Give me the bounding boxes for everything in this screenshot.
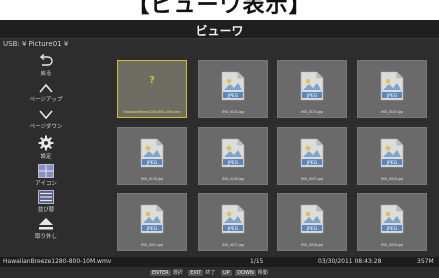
status-bar: HawaiianBreeze1280-800-10M.wmv 1/15 03/3…: [0, 257, 439, 267]
file-thumbnail[interactable]: JPEG IMG_0101.jpg: [198, 60, 268, 118]
svg-text:JPEG: JPEG: [306, 93, 318, 99]
file-thumbnail[interactable]: JPEG IMG_0174.jpg: [277, 60, 347, 118]
chevron-up-icon: [39, 83, 53, 93]
jpeg-file-icon: JPEG: [300, 138, 324, 168]
sidebar-item-label: ページダウン: [29, 124, 63, 130]
jpeg-file-icon: JPEG: [380, 204, 404, 234]
file-name: IMG_0072.jpg: [222, 243, 244, 247]
page-caption: 【ビューワ表示】: [0, 0, 439, 20]
status-page: 1/15: [250, 258, 264, 265]
thumbnail-grid: ? HawaiianBreeze1280-800-10M.wmv JPEG IMG_0…: [117, 60, 437, 260]
jpeg-file-icon: JPEG: [140, 204, 164, 234]
jpeg-file-icon: JPEG: [300, 204, 324, 234]
file-thumbnail[interactable]: JPEG IMG_0019.jpg: [357, 193, 427, 251]
sidebar-item-page-up[interactable]: ページアップ: [18, 82, 74, 103]
file-name: IMG_0108.jpg: [222, 177, 244, 181]
svg-text:JPEG: JPEG: [386, 160, 398, 166]
file-thumbnail[interactable]: JPEG IMG_0072.jpg: [198, 193, 268, 251]
hint-bar: ENTER 選択 EXIT 終了 UP DOWN 移動: [0, 267, 439, 278]
file-name: IMG_0018.jpg: [301, 243, 323, 247]
jpeg-file-icon: JPEG: [221, 71, 245, 101]
hint-label-exit: 終了: [205, 270, 216, 276]
key-hints: ENTER 選択 EXIT 終了 UP DOWN 移動: [150, 269, 272, 276]
hint-key-up: UP: [220, 270, 232, 276]
svg-text:JPEG: JPEG: [146, 226, 158, 232]
file-thumbnail[interactable]: JPEG IMG_0176.jpg: [117, 127, 187, 185]
svg-text:JPEG: JPEG: [386, 226, 398, 232]
sidebar-item-label: アイコン: [35, 181, 57, 187]
unknown-file-icon: ?: [149, 75, 155, 86]
caption-text: 【ビューワ表示】: [127, 0, 312, 18]
sidebar-item-settings[interactable]: 設定: [18, 135, 74, 160]
folder-path: USB: ¥ Picture01 ¥: [3, 40, 69, 48]
sidebar-item-label: 取り外し: [34, 234, 57, 240]
window-title: ビューワ: [195, 24, 244, 38]
sidebar-item-eject[interactable]: 取り外し: [18, 217, 74, 240]
eject-icon: [39, 218, 53, 230]
sidebar-item-icon-view[interactable]: アイコン: [18, 164, 74, 187]
file-name: IMG_0016.jpg: [381, 177, 403, 181]
file-name: IMG_0011.jpg: [141, 243, 163, 247]
file-thumbnail[interactable]: ? HawaiianBreeze1280-800-10M.wmv: [117, 60, 187, 118]
file-thumbnail[interactable]: JPEG IMG_0016.jpg: [357, 127, 427, 185]
viewer-screen: ビューワ USB: ¥ Picture01 ¥ 戻る ページアップ ページダウン: [0, 20, 439, 278]
sidebar-item-sort[interactable]: 並び替: [18, 190, 74, 213]
svg-text:JPEG: JPEG: [227, 93, 239, 99]
file-thumbnail[interactable]: JPEG IMG_0011.jpg: [117, 193, 187, 251]
hint-label-select: 選択: [172, 270, 183, 276]
sidebar-item-label: ページアップ: [29, 97, 63, 103]
file-name: IMG_0107.jpg: [381, 110, 403, 114]
svg-text:JPEG: JPEG: [386, 93, 398, 99]
chevron-down-icon: [39, 110, 53, 120]
jpeg-file-icon: JPEG: [380, 71, 404, 101]
hint-key-exit: EXIT: [188, 270, 204, 276]
file-name: IMG_0019.jpg: [381, 243, 403, 247]
file-name: IMG_0176.jpg: [141, 177, 163, 181]
sidebar-item-back[interactable]: 戻る: [18, 54, 74, 77]
svg-text:JPEG: JPEG: [306, 160, 318, 166]
hint-key-down: DOWN: [235, 270, 256, 276]
svg-text:JPEG: JPEG: [146, 160, 158, 166]
status-filename: HawaiianBreeze1280-800-10M.wmv: [3, 258, 112, 265]
sidebar-item-page-down[interactable]: ページダウン: [18, 109, 74, 130]
status-size: 357M: [417, 258, 434, 265]
hint-key-enter: ENTER: [150, 270, 171, 276]
file-thumbnail[interactable]: JPEG IMG_0107.jpg: [357, 60, 427, 118]
hint-label-move: 移動: [257, 270, 268, 276]
grid-icon: [38, 164, 54, 178]
svg-text:JPEG: JPEG: [306, 226, 318, 232]
gear-icon: [38, 135, 54, 151]
file-name: IMG_0071.jpg: [301, 177, 323, 181]
jpeg-file-icon: JPEG: [221, 138, 245, 168]
sidebar-item-label: 設定: [40, 154, 52, 160]
file-thumbnail[interactable]: JPEG IMG_0071.jpg: [277, 127, 347, 185]
title-bar: ビューワ: [0, 20, 439, 39]
sidebar-item-label: 戻る: [40, 71, 52, 77]
jpeg-file-icon: JPEG: [140, 138, 164, 168]
sidebar: 戻る ページアップ ページダウン 設定 アイコン 並び替 取り外し: [18, 54, 74, 260]
svg-text:JPEG: JPEG: [227, 226, 239, 232]
status-datetime: 03/30/2011 08:43:28: [318, 258, 382, 265]
file-name: IMG_0101.jpg: [222, 110, 244, 114]
jpeg-file-icon: JPEG: [380, 138, 404, 168]
back-arrow-icon: [39, 54, 53, 66]
file-name: HawaiianBreeze1280-800-10M.wmv: [123, 110, 181, 114]
jpeg-file-icon: JPEG: [221, 204, 245, 234]
file-name: IMG_0174.jpg: [301, 110, 323, 114]
list-icon: [38, 190, 54, 204]
svg-text:JPEG: JPEG: [227, 160, 239, 166]
file-thumbnail[interactable]: JPEG IMG_0018.jpg: [277, 193, 347, 251]
sidebar-item-label: 並び替: [37, 207, 55, 213]
jpeg-file-icon: JPEG: [300, 71, 324, 101]
file-thumbnail[interactable]: JPEG IMG_0108.jpg: [198, 127, 268, 185]
